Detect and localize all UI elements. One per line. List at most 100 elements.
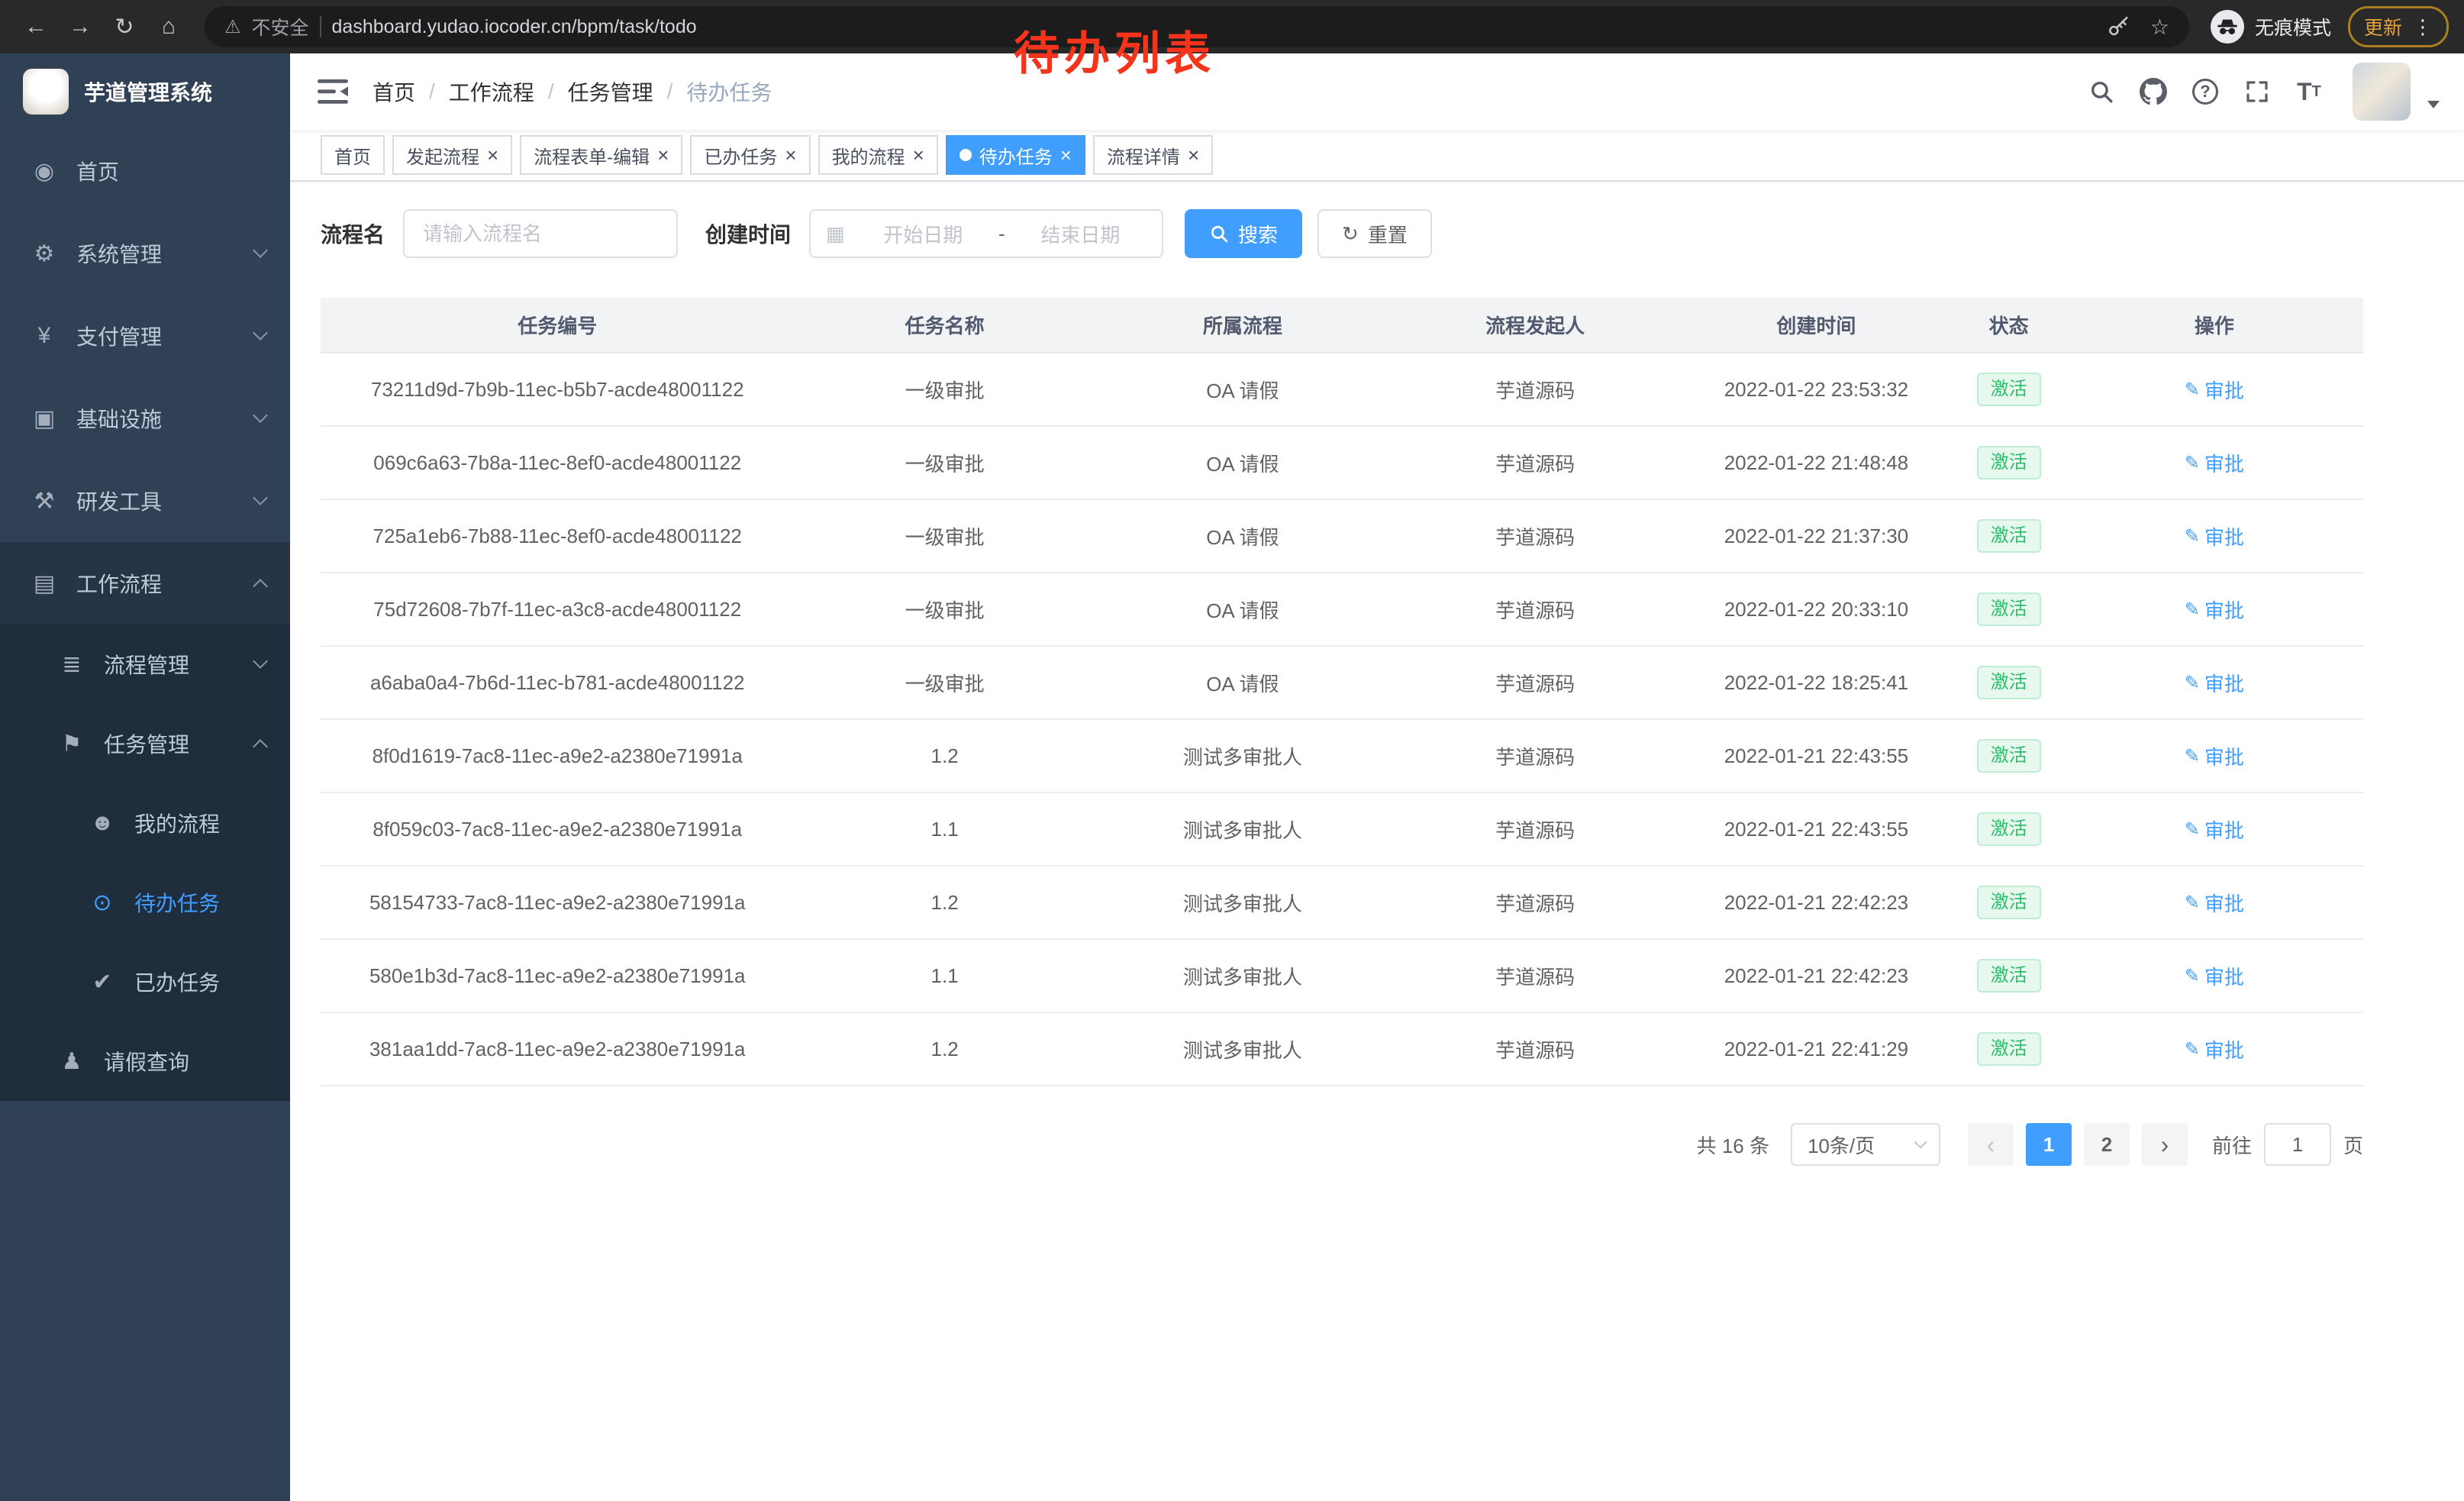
close-icon[interactable]: ×	[785, 145, 796, 165]
search-button[interactable]: 搜索	[1185, 209, 1302, 258]
cell-task-name: 1.2	[794, 866, 1095, 939]
close-icon[interactable]: ×	[487, 145, 498, 165]
status-badge: 激活	[1977, 812, 2041, 846]
approve-link[interactable]: ✎审批	[2185, 962, 2244, 990]
tab-my-process[interactable]: 我的流程 ×	[818, 135, 938, 175]
active-dot	[959, 149, 972, 161]
approve-link[interactable]: ✎审批	[2185, 1035, 2244, 1064]
tab-todo-tasks[interactable]: 待办任务 ×	[946, 135, 1085, 175]
process-name-label: 流程名	[321, 218, 385, 249]
avatar[interactable]	[2353, 63, 2411, 121]
cell-task-name: 1.1	[794, 939, 1095, 1012]
help-icon[interactable]: ?	[2185, 71, 2226, 112]
tab-initiate-process[interactable]: 发起流程 ×	[392, 135, 512, 175]
bookmark-star-icon[interactable]: ☆	[2150, 15, 2169, 40]
page-content: 流程名 创建时间 ▦ 开始日期 - 结束日期 搜索 ↻	[290, 182, 2464, 1501]
tab-process-detail[interactable]: 流程详情 ×	[1093, 135, 1213, 175]
cell-action: ✎审批	[2066, 866, 2363, 939]
date-range-picker[interactable]: ▦ 开始日期 - 结束日期	[809, 209, 1163, 258]
sidebar-item-done-tasks[interactable]: ✔ 已办任务	[0, 942, 290, 1022]
close-icon[interactable]: ×	[657, 145, 669, 165]
breadcrumb-home[interactable]: 首页	[373, 76, 415, 107]
table-row: a6aba0a4-7b6d-11ec-b781-acde48001122 一级审…	[321, 646, 2363, 719]
edit-icon: ✎	[2185, 452, 2200, 474]
sidebar-item-system-mgmt[interactable]: ⚙ 系统管理	[0, 212, 290, 295]
sidebar-item-home[interactable]: ◉ 首页	[0, 130, 290, 212]
github-icon[interactable]	[2133, 71, 2174, 112]
edit-icon: ✎	[2185, 965, 2200, 987]
prev-page-button[interactable]: ‹	[1968, 1123, 2014, 1166]
caret-down-icon[interactable]	[2427, 101, 2440, 108]
cell-starter: 芋道源码	[1390, 646, 1680, 719]
sidebar-item-payment-mgmt[interactable]: ¥ 支付管理	[0, 295, 290, 377]
more-menu-icon[interactable]: ⋮	[2413, 15, 2433, 39]
search-icon	[1209, 224, 1229, 244]
close-icon[interactable]: ×	[913, 145, 924, 165]
sidebar-item-task-mgmt[interactable]: ⚑ 任务管理	[0, 704, 290, 783]
forward-button[interactable]: →	[60, 6, 101, 47]
home-icon: ⌂	[162, 14, 176, 40]
font-size-icon[interactable]: TT	[2288, 71, 2330, 112]
sidebar-item-workflow[interactable]: ▤ 工作流程	[0, 542, 290, 625]
back-button[interactable]: ←	[15, 6, 56, 47]
incognito-icon	[2211, 10, 2244, 44]
close-icon[interactable]: ×	[1060, 145, 1072, 165]
close-icon[interactable]: ×	[1188, 145, 1199, 165]
home-button[interactable]: ⌂	[148, 6, 189, 47]
approve-link[interactable]: ✎审批	[2185, 889, 2244, 917]
approve-link[interactable]: ✎审批	[2185, 522, 2244, 550]
logo-image	[23, 69, 69, 115]
tab-home[interactable]: 首页	[321, 135, 385, 175]
tab-process-form-edit[interactable]: 流程表单-编辑 ×	[520, 135, 682, 175]
page-button-1[interactable]: 1	[2026, 1123, 2072, 1166]
approve-link[interactable]: ✎审批	[2185, 449, 2244, 477]
goto-label: 前往	[2212, 1131, 2252, 1159]
approve-link[interactable]: ✎审批	[2185, 742, 2244, 770]
cell-status: 激活	[1953, 646, 2066, 719]
next-icon: ›	[2161, 1131, 2169, 1159]
hamburger-icon[interactable]	[318, 79, 348, 105]
sidebar-item-todo-tasks[interactable]: ⊙ 待办任务	[0, 863, 290, 942]
incognito-badge: 无痕模式	[2211, 10, 2331, 44]
approve-link[interactable]: ✎审批	[2185, 376, 2244, 404]
next-page-button[interactable]: ›	[2142, 1123, 2188, 1166]
approve-link[interactable]: ✎审批	[2185, 669, 2244, 697]
update-button[interactable]: 更新 ⋮	[2348, 6, 2449, 47]
reset-button[interactable]: ↻ 重置	[1317, 209, 1432, 258]
breadcrumb-workflow[interactable]: 工作流程	[449, 76, 534, 107]
tab-done-tasks[interactable]: 已办任务 ×	[690, 135, 810, 175]
cell-created: 2022-01-22 21:48:48	[1680, 426, 1952, 499]
table-row: 8f0d1619-7ac8-11ec-a9e2-a2380e71991a 1.2…	[321, 719, 2363, 792]
cell-action: ✎审批	[2066, 1012, 2363, 1086]
sidebar-item-leave-query[interactable]: ♟ 请假查询	[0, 1022, 290, 1101]
calendar-icon: ▦	[826, 222, 845, 246]
col-header-task-id: 任务编号	[321, 298, 794, 353]
page-button-2[interactable]: 2	[2084, 1123, 2130, 1166]
table-row: 580e1b3d-7ac8-11ec-a9e2-a2380e71991a 1.1…	[321, 939, 2363, 1012]
goto-page-input[interactable]	[2264, 1123, 2331, 1166]
approve-link[interactable]: ✎审批	[2185, 596, 2244, 624]
edit-icon: ✎	[2185, 818, 2200, 841]
page-size-select[interactable]: 10条/页	[1791, 1123, 1940, 1166]
person-icon: ♟	[58, 1048, 85, 1075]
cell-action: ✎审批	[2066, 792, 2363, 866]
sidebar-item-dev-tools[interactable]: ⚒ 研发工具	[0, 460, 290, 542]
pagination: 共 16 条 10条/页 ‹ 1 2 › 前往 页	[321, 1123, 2363, 1212]
col-header-starter: 流程发起人	[1390, 298, 1680, 353]
edit-icon: ✎	[2185, 1038, 2200, 1060]
search-icon[interactable]	[2081, 71, 2122, 112]
cell-task-name: 1.1	[794, 792, 1095, 866]
chevron-down-icon	[253, 490, 268, 505]
approve-link[interactable]: ✎审批	[2185, 815, 2244, 844]
app-logo[interactable]: 芋道管理系统	[0, 53, 290, 130]
breadcrumb: 首页 / 工作流程 / 任务管理 / 待办任务	[373, 76, 772, 107]
table-row: 75d72608-7b7f-11ec-a3c8-acde48001122 一级审…	[321, 573, 2363, 646]
sidebar-item-process-mgmt[interactable]: ≣ 流程管理	[0, 625, 290, 704]
key-icon[interactable]	[2104, 13, 2132, 40]
sidebar-item-infrastructure[interactable]: ▣ 基础设施	[0, 377, 290, 460]
reload-button[interactable]: ↻	[104, 6, 145, 47]
sidebar-item-my-process[interactable]: ☻ 我的流程	[0, 783, 290, 863]
fullscreen-icon[interactable]	[2237, 71, 2278, 112]
breadcrumb-task-mgmt[interactable]: 任务管理	[568, 76, 653, 107]
process-name-input[interactable]	[403, 209, 678, 258]
